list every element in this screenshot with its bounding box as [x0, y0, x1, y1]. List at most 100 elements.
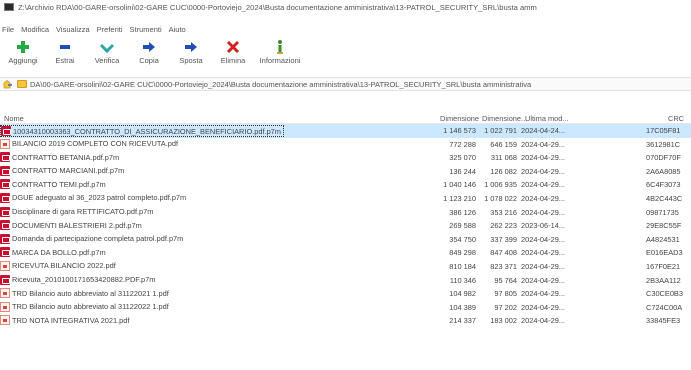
signed-file-icon: [0, 179, 10, 190]
file-size: 269 588: [449, 221, 476, 231]
menu-view[interactable]: Visualizza: [56, 25, 90, 34]
file-size: 386 126: [449, 207, 476, 217]
delete-button[interactable]: Elimina: [214, 39, 252, 65]
file-row[interactable]: 10034310003363_CONTRATTO_DI_ASSICURAZION…: [0, 124, 691, 138]
file-crc: 29E8C55F: [646, 221, 682, 231]
file-list: Nome Dimensione Dimensione... Ultima mod…: [0, 113, 691, 370]
file-modified: 2024-04-24...: [521, 126, 565, 135]
file-modified: 2024-04-29...: [521, 261, 565, 271]
file-row[interactable]: Ricevuta_2010100171653420882.PDF.p7m 110 …: [0, 274, 691, 288]
toolbar: Aggiungi Estrai Verifica Copia Sposta El…: [0, 39, 691, 73]
file-row[interactable]: BILANCIO 2019 COMPLETO CON RICEVUTA.pdf 7…: [0, 138, 691, 152]
file-modified: 2024-04-29...: [521, 153, 565, 163]
menu-favorites[interactable]: Preferiti: [97, 25, 123, 34]
file-name-cell: TRD NOTA INTEGRATIVA 2021.pdf: [0, 315, 440, 326]
file-name-cell: TRD Bilancio auto abbreviato al 31122021…: [0, 288, 440, 299]
menu-file[interactable]: File: [2, 25, 14, 34]
file-packed-size: 97 202: [494, 302, 517, 312]
file-modified: 2024-04-29...: [521, 248, 565, 258]
extract-button[interactable]: Estrai: [46, 39, 84, 65]
file-name: TRD NOTA INTEGRATIVA 2021.pdf: [12, 315, 130, 325]
column-size[interactable]: Dimensione: [440, 114, 479, 123]
menu-edit[interactable]: Modifica: [21, 25, 49, 34]
file-name-box: Ricevuta_2010100171653420882.PDF.p7m: [0, 274, 157, 285]
file-name-box: TRD Bilancio auto abbreviato al 31122022…: [0, 301, 171, 312]
add-button[interactable]: Aggiungi: [4, 39, 42, 65]
file-crc: 6C4F3073: [646, 180, 681, 190]
file-row[interactable]: DGUE adeguato al 36_2023 patrol completo…: [0, 192, 691, 206]
file-packed-size: 95 764: [494, 275, 517, 285]
file-row[interactable]: CONTRATTO TEMI.pdf.p7m 1 040 146 1 006 935…: [0, 178, 691, 192]
file-size: 325 070: [449, 153, 476, 163]
file-modified: 2024-04-29...: [521, 289, 565, 299]
column-packed-size[interactable]: Dimensione...: [482, 114, 527, 123]
file-row[interactable]: TRD NOTA INTEGRATIVA 2021.pdf 214 337 183 …: [0, 314, 691, 328]
file-row[interactable]: CONTRATTO BETANIA.pdf.p7m 325 070 311 068 2…: [0, 151, 691, 165]
file-name: Ricevuta_2010100171653420882.PDF.p7m: [12, 275, 156, 285]
copy-button[interactable]: Copia: [130, 39, 168, 65]
address-path[interactable]: DA\00-GARE-orsolini\02-GARE CUC\0000-Por…: [30, 80, 691, 89]
file-name: RICEVUTA BILANCIO 2022.pdf: [12, 261, 116, 271]
file-packed-size: 847 408: [490, 248, 517, 258]
file-name-box: Disciplinare di gara RETTIFICATO.pdf.p7m: [0, 206, 155, 217]
file-crc: 167F0E21: [646, 261, 681, 271]
up-folder-icon[interactable]: [2, 79, 14, 89]
file-crc: 4B2C443C: [646, 193, 683, 203]
file-packed-size: 1 006 935: [484, 180, 517, 190]
file-row[interactable]: DOCUMENTI BALESTRIERI 2.pdf.p7m 269 588 26…: [0, 219, 691, 233]
column-crc[interactable]: CRC: [668, 114, 684, 123]
signed-file-icon: [0, 247, 10, 258]
file-row[interactable]: Disciplinare di gara RETTIFICATO.pdf.p7m…: [0, 206, 691, 220]
file-modified: 2024-04-29...: [521, 275, 565, 285]
file-size: 849 298: [449, 248, 476, 258]
file-name-box: Domanda di partecipazione completa patro…: [0, 233, 185, 244]
file-name-box: TRD NOTA INTEGRATIVA 2021.pdf: [0, 315, 131, 326]
arrow-right-icon: [141, 39, 157, 55]
file-name-box: MARCA DA BOLLO.pdf.p7m: [0, 247, 108, 258]
file-name-cell: 10034310003363_CONTRATTO_DI_ASSICURAZION…: [0, 125, 440, 137]
file-name: MARCA DA BOLLO.pdf.p7m: [12, 247, 106, 257]
file-name: TRD Bilancio auto abbreviato al 31122022…: [12, 302, 169, 312]
check-icon: [99, 39, 115, 55]
info-button[interactable]: Informazioni: [256, 39, 304, 65]
file-packed-size: 646 159: [490, 139, 517, 149]
column-modified[interactable]: Ultima mod...: [525, 114, 569, 123]
file-name-box: DGUE adeguato al 36_2023 patrol completo…: [0, 192, 188, 203]
menu-tools[interactable]: Strumenti: [130, 25, 162, 34]
signed-file-icon: [0, 206, 10, 217]
file-crc: 09871735: [646, 207, 679, 217]
file-size: 1 040 146: [443, 180, 476, 190]
file-name: Domanda di partecipazione completa patro…: [12, 234, 184, 244]
file-row[interactable]: TRD Bilancio auto abbreviato al 31122021…: [0, 287, 691, 301]
file-row[interactable]: TRD Bilancio auto abbreviato al 31122022…: [0, 301, 691, 315]
address-bar[interactable]: DA\00-GARE-orsolini\02-GARE CUC\0000-Por…: [0, 77, 691, 91]
file-crc: E016EAD3: [646, 248, 683, 258]
pdf-file-icon: [0, 288, 10, 299]
file-name-cell: CONTRATTO TEMI.pdf.p7m: [0, 179, 440, 190]
file-name: CONTRATTO TEMI.pdf.p7m: [12, 179, 106, 189]
plus-icon: [15, 39, 31, 55]
file-packed-size: 126 082: [490, 166, 517, 176]
move-button[interactable]: Sposta: [172, 39, 210, 65]
file-packed-size: 1 022 791: [484, 126, 517, 135]
file-modified: 2023-06-14...: [521, 221, 565, 231]
file-row[interactable]: RICEVUTA BILANCIO 2022.pdf 810 184 823 371…: [0, 260, 691, 274]
file-packed-size: 183 002: [490, 316, 517, 326]
file-name-cell: CONTRATTO BETANIA.pdf.p7m: [0, 152, 440, 163]
file-row[interactable]: CONTRATTO MARCIANI.pdf.p7m 136 244 126 082…: [0, 165, 691, 179]
signed-file-icon: [1, 126, 11, 136]
test-button[interactable]: Verifica: [88, 39, 126, 65]
menu-help[interactable]: Aiuto: [169, 25, 186, 34]
arrow-right-icon: [183, 39, 199, 55]
move-button-label: Sposta: [179, 56, 203, 65]
file-row[interactable]: Domanda di partecipazione completa patro…: [0, 233, 691, 247]
signed-file-icon: [0, 165, 10, 176]
extract-button-label: Estrai: [55, 56, 75, 65]
file-modified: 2024-04-29...: [521, 166, 565, 176]
column-name[interactable]: Nome: [4, 114, 24, 123]
app-icon: [4, 3, 14, 11]
file-row[interactable]: MARCA DA BOLLO.pdf.p7m 849 298 847 408 2024…: [0, 246, 691, 260]
test-button-label: Verifica: [94, 56, 120, 65]
file-rows: 10034310003363_CONTRATTO_DI_ASSICURAZION…: [0, 124, 691, 328]
file-name: TRD Bilancio auto abbreviato al 31122021…: [12, 288, 169, 298]
